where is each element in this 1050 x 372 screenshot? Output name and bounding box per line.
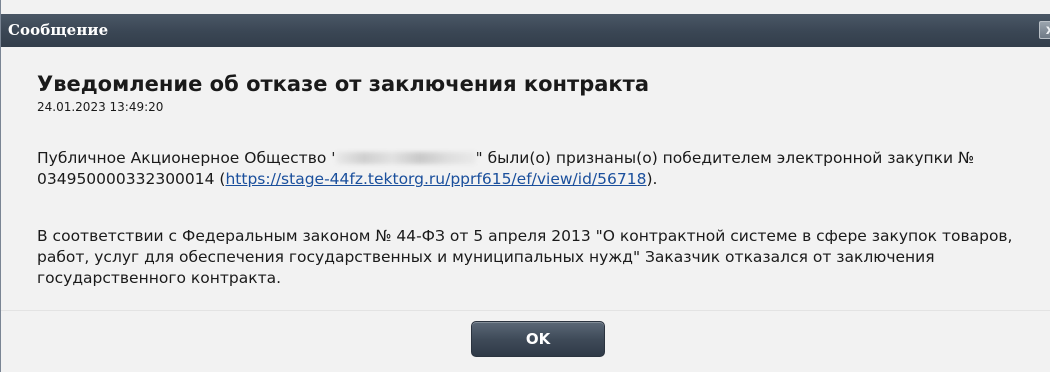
message-dialog: Сообщение x Уведомление об отказе от зак…: [0, 0, 1050, 372]
close-icon: x: [1045, 23, 1050, 38]
redacted-company-name: [335, 152, 476, 164]
notice-paragraph-1: Публичное Акционерное Общество ' " были(о…: [37, 148, 1037, 190]
paragraph-1-prefix: Публичное Акционерное Общество ': [37, 149, 336, 167]
dialog-footer: OK: [1, 310, 1050, 372]
close-button[interactable]: x: [1039, 21, 1050, 39]
notice-paragraph-2: В соответствии с Федеральным законом № 4…: [37, 227, 1013, 287]
procurement-link[interactable]: https://stage-44fz.tektorg.ru/pprf615/ef…: [225, 170, 646, 188]
dialog-titlebar: Сообщение x: [1, 14, 1050, 47]
paragraph-1-end: ).: [646, 170, 658, 188]
notice-date: 24.01.2023 13:49:20: [37, 100, 164, 114]
dialog-title: Сообщение: [8, 21, 109, 39]
ok-button[interactable]: OK: [471, 321, 605, 357]
notice-heading: Уведомление об отказе от заключения конт…: [37, 72, 650, 96]
